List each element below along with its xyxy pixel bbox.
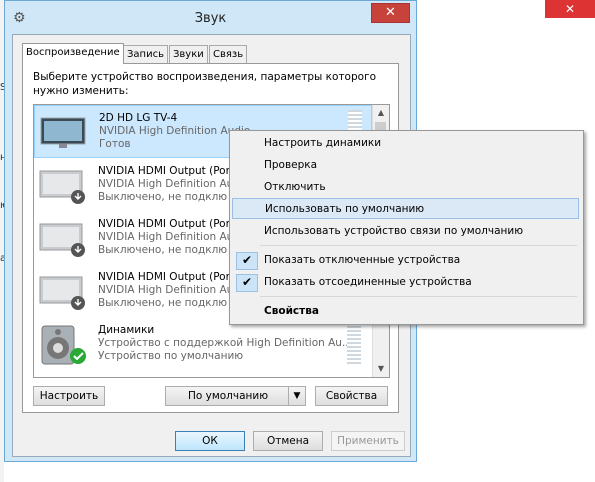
device-name: NVIDIA HDMI Output (Por xyxy=(98,165,230,177)
menu-item-set-default-communication[interactable]: Использовать устройство связи по умолчан… xyxy=(232,221,579,242)
device-status: Выключено, не подклю xyxy=(98,244,228,256)
ok-button[interactable]: ОК xyxy=(175,431,245,451)
properties-button[interactable]: Свойства xyxy=(315,386,388,406)
tab-communications[interactable]: Связь xyxy=(209,45,248,63)
device-status: Выключено, не подклю xyxy=(98,191,228,203)
cancel-button[interactable]: Отмена xyxy=(253,431,323,451)
monitor-disabled-icon xyxy=(39,223,85,257)
checkmark-icon: ✔ xyxy=(236,274,258,292)
checkmark-icon: ✔ xyxy=(236,252,258,270)
device-driver: NVIDIA High Definition Audio xyxy=(99,125,251,137)
device-status: Устройство по умолчанию xyxy=(98,350,244,362)
device-driver: Устройство с поддержкой High Definition … xyxy=(98,337,352,349)
menu-item-show-disabled[interactable]: ✔ Показать отключенные устройства xyxy=(232,250,579,271)
scroll-up-arrow-icon[interactable]: ▲ xyxy=(373,105,389,121)
level-meter xyxy=(347,322,361,366)
menu-separator xyxy=(260,296,577,297)
device-driver: NVIDIA High Definition Au xyxy=(98,178,234,190)
device-name: 2D HD LG TV-4 xyxy=(99,112,178,124)
device-name: NVIDIA HDMI Output (Por xyxy=(98,218,230,230)
instruction-text: Выберите устройство воспроизведения, пар… xyxy=(33,71,377,97)
device-item-speakers[interactable]: Динамики Устройство с поддержкой High De… xyxy=(34,318,372,371)
menu-item-test[interactable]: Проверка xyxy=(232,155,579,176)
window-title: Звук xyxy=(194,11,227,26)
menu-item-set-default[interactable]: Использовать по умолчанию xyxy=(232,198,579,219)
device-status: Выключено, не подклю xyxy=(98,297,228,309)
set-default-label: По умолчанию xyxy=(187,390,269,402)
menu-item-properties[interactable]: Свойства xyxy=(232,301,579,322)
apply-button[interactable]: Применить xyxy=(331,431,405,451)
tab-sounds[interactable]: Звуки xyxy=(169,45,208,63)
chevron-down-icon[interactable]: ▼ xyxy=(288,387,305,405)
monitor-disabled-icon xyxy=(39,276,85,310)
monitor-disabled-icon xyxy=(39,170,85,204)
device-driver: NVIDIA High Definition Au xyxy=(98,284,234,296)
close-button[interactable]: ✕ xyxy=(371,3,410,23)
device-status: Готов xyxy=(99,138,131,150)
menu-item-disable[interactable]: Отключить xyxy=(232,177,579,198)
menu-item-configure-speakers[interactable]: Настроить динамики xyxy=(232,133,579,154)
device-driver: NVIDIA High Definition Au xyxy=(98,231,234,243)
configure-button[interactable]: Настроить xyxy=(33,386,105,406)
speaker-default-icon xyxy=(41,325,86,365)
title-bar[interactable]: ⚙ Звук ✕ xyxy=(5,1,416,35)
tab-recording[interactable]: Запись xyxy=(123,45,168,63)
context-menu: Настроить динамики Проверка Отключить Ис… xyxy=(229,130,584,325)
background-close-button[interactable]: ✕ xyxy=(545,0,595,18)
device-name: NVIDIA HDMI Output (Por xyxy=(98,271,230,283)
menu-item-show-disconnected[interactable]: ✔ Показать отсоединенные устройства xyxy=(232,272,579,293)
menu-separator xyxy=(260,245,577,246)
set-default-split-button[interactable]: По умолчанию ▼ xyxy=(165,386,306,406)
monitor-icon xyxy=(40,117,86,148)
device-name: Динамики xyxy=(98,324,155,336)
scroll-down-arrow-icon[interactable]: ▼ xyxy=(373,361,389,377)
tab-playback[interactable]: Воспроизведение xyxy=(22,43,124,64)
